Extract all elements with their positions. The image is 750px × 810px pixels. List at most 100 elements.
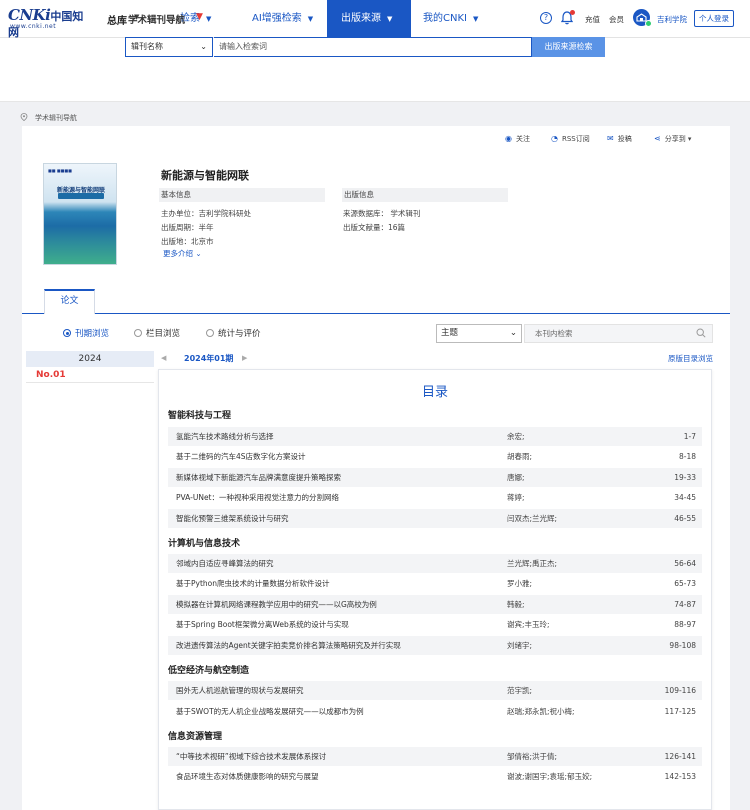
- article-pages: 126-141: [664, 752, 696, 761]
- article-author[interactable]: 谢宾;丰玉玲;: [507, 615, 550, 634]
- radio-checked-icon: [63, 329, 71, 337]
- basic-info-heading: 基本信息: [159, 188, 325, 202]
- rss-button[interactable]: ◔ RSS订阅: [551, 134, 590, 144]
- article-author[interactable]: 余宏;: [507, 427, 525, 446]
- tab-papers[interactable]: 论文: [44, 289, 95, 314]
- help-icon[interactable]: ?: [540, 12, 552, 24]
- article-author[interactable]: 刘绪宇;: [507, 636, 532, 655]
- in-journal-search-input[interactable]: 本刊内检索: [524, 324, 713, 343]
- article-title[interactable]: 模拟器在计算机网络课程教学应用中的研究——以G高校为例: [176, 595, 377, 614]
- issue-divider: [26, 382, 154, 383]
- article-row[interactable]: 模拟器在计算机网络课程教学应用中的研究——以G高校为例 韩毅; 74-87: [168, 595, 702, 614]
- tab-divider: [22, 313, 730, 314]
- article-row[interactable]: 邻域内自适应寻峰算法的研究 兰光辉;禹正杰; 56-64: [168, 554, 702, 573]
- cnki-logo[interactable]: CNKi中国知网 www.cnki.net: [8, 6, 86, 39]
- article-title[interactable]: 新媒体视域下新能源汽车品牌满意度提升策略探索: [176, 468, 341, 487]
- article-author[interactable]: 蒋婷;: [507, 488, 525, 507]
- top-navigation: CNKi中国知网 www.cnki.net 总库 ▼ 检索 ▼ AI增强检索 ▼ 出…: [0, 0, 750, 39]
- triangle-down-icon[interactable]: ▼: [196, 12, 203, 22]
- source-search-button[interactable]: 出版来源检索: [532, 37, 605, 57]
- article-pages: 1-7: [683, 432, 696, 441]
- search-icon[interactable]: [696, 328, 706, 338]
- article-author[interactable]: 罗小雅;: [507, 574, 532, 593]
- in-journal-field-select[interactable]: 主题 ⌄: [436, 324, 522, 343]
- more-intro-link[interactable]: 更多介绍 ⌄: [163, 248, 202, 259]
- article-author[interactable]: 邹倩裕;洪于倩;: [507, 747, 557, 766]
- article-row[interactable]: 基于SWOT的无人机企业战略发展研究——以成都市为例 赵瑞;郑永凯;祝小梅; 117…: [168, 702, 702, 721]
- article-pages: 19-33: [674, 473, 696, 482]
- share-button[interactable]: ⋖ 分享到 ▾: [654, 134, 691, 144]
- logo-url: www.cnki.net: [10, 23, 57, 30]
- radio-browse-by-column[interactable]: 栏目浏览: [134, 327, 180, 339]
- recharge-link[interactable]: 充值: [585, 14, 600, 25]
- article-row[interactable]: 氢能汽车技术路线分析与选择 余宏; 1-7: [168, 427, 702, 446]
- search-field-select[interactable]: 辑刊名称 ⌄: [125, 37, 213, 57]
- article-title[interactable]: 食品环境生态对体质健康影响的研究与展望: [176, 767, 319, 786]
- year-sidebar: [26, 351, 154, 810]
- in-journal-field-value: 主题: [441, 328, 459, 338]
- next-issue-icon[interactable]: ▶: [242, 354, 247, 362]
- nav-publication-source[interactable]: 出版来源 ▼: [327, 0, 411, 38]
- article-author[interactable]: 兰光辉;禹正杰;: [507, 554, 557, 573]
- chevron-down-icon: ⌄: [193, 249, 202, 258]
- issue-no-01[interactable]: No.01: [36, 370, 66, 380]
- submit-button[interactable]: ✉ 投稿: [607, 134, 632, 144]
- chevron-down-icon: ▼: [472, 15, 479, 23]
- article-row[interactable]: 基于Python爬虫技术的计量数据分析软件设计 罗小雅; 65-73: [168, 574, 702, 593]
- article-row[interactable]: “中等技术视研”视域下综合技术发展体系探讨 邹倩裕;洪于倩; 126-141: [168, 747, 702, 766]
- institution-name[interactable]: 吉利学院: [657, 14, 687, 25]
- article-title[interactable]: “中等技术视研”视域下综合技术发展体系探讨: [176, 747, 326, 766]
- article-row[interactable]: PVA-UNet：一种视种采用视觉注意力的分割网络 蒋婷; 34-45: [168, 488, 702, 507]
- year-2024[interactable]: 2024: [26, 351, 154, 367]
- original-toc-link[interactable]: 原版目录浏览: [668, 353, 713, 364]
- article-row[interactable]: 基于Spring Boot框架微分离Web系统的设计与实现 谢宾;丰玉玲; 88-9…: [168, 615, 702, 634]
- search-input[interactable]: 请输入检索词: [214, 37, 532, 57]
- article-row[interactable]: 新媒体视域下新能源汽车品牌满意度提升策略探索 唐娜; 19-33: [168, 468, 702, 487]
- member-link[interactable]: 会员: [609, 14, 624, 25]
- nav-ai-search[interactable]: AI增强检索 ▼: [252, 0, 313, 38]
- radio-unchecked-icon: [206, 329, 214, 337]
- article-row[interactable]: 智能化预警三维架系统设计与研究 闫双杰;兰光辉; 46-55: [168, 509, 702, 528]
- search-title[interactable]: 学术辑刊导航: [128, 12, 185, 26]
- article-row[interactable]: 改进遗传算法的Agent关键字拍卖竞价排名算法策略研究及并行实现 刘绪宇; 98-1…: [168, 636, 702, 655]
- cover-badge: [58, 193, 104, 199]
- article-row[interactable]: 国外无人机巡航管理的现状与发展研究 范宇凯; 109-116: [168, 681, 702, 700]
- search-field-value: 辑刊名称: [131, 42, 163, 51]
- article-row[interactable]: 食品环境生态对体质健康影响的研究与展望 谢波;谢国宇;袁瑶;郁玉姣; 142-153: [168, 767, 702, 786]
- library-selector[interactable]: 总库: [107, 12, 127, 27]
- article-row[interactable]: 基于二维码的汽车4S店数字化方案设计 胡春雨; 8-18: [168, 447, 702, 466]
- article-author[interactable]: 范宇凯;: [507, 681, 532, 700]
- article-author[interactable]: 韩毅;: [507, 595, 525, 614]
- journal-cover[interactable]: ■■ ■■■■ 新能源与智能网联: [43, 163, 117, 265]
- article-title[interactable]: PVA-UNet：一种视种采用视觉注意力的分割网络: [176, 488, 339, 507]
- nav-my-cnki[interactable]: 我的CNKI ▼: [423, 0, 478, 38]
- article-author[interactable]: 赵瑞;郑永凯;祝小梅;: [507, 702, 575, 721]
- article-author[interactable]: 闫双杰;兰光辉;: [507, 509, 557, 528]
- article-pages: 34-45: [674, 493, 696, 502]
- journal-title: 新能源与智能网联: [161, 169, 249, 182]
- radio-statistics[interactable]: 统计与评价: [206, 327, 261, 339]
- breadcrumb[interactable]: 学术辑刊导航: [35, 113, 77, 123]
- notification-dot: [570, 10, 575, 15]
- article-title[interactable]: 智能化预警三维架系统设计与研究: [176, 509, 289, 528]
- follow-button[interactable]: ◉ 关注: [505, 134, 530, 144]
- article-title[interactable]: 邻域内自适应寻峰算法的研究: [176, 554, 274, 573]
- article-pages: 8-18: [678, 452, 696, 461]
- article-title[interactable]: 基于Python爬虫技术的计量数据分析软件设计: [176, 574, 330, 593]
- article-title[interactable]: 基于Spring Boot框架微分离Web系统的设计与实现: [176, 615, 349, 634]
- location-pin-icon: [20, 113, 28, 121]
- article-author[interactable]: 谢波;谢国宇;袁瑶;郁玉姣;: [507, 767, 592, 786]
- radio-browse-by-issue[interactable]: 刊期浏览: [63, 327, 109, 339]
- article-pages: 117-125: [664, 707, 696, 716]
- personal-login-button[interactable]: 个人登录: [694, 10, 734, 27]
- article-title[interactable]: 改进遗传算法的Agent关键字拍卖竞价排名算法策略研究及并行实现: [176, 636, 401, 655]
- prev-issue-icon[interactable]: ◀: [161, 354, 166, 362]
- article-title[interactable]: 基于SWOT的无人机企业战略发展研究——以成都市为例: [176, 702, 364, 721]
- share-icon: ⋖: [654, 134, 661, 143]
- article-pages: 65-73: [674, 579, 696, 588]
- article-author[interactable]: 唐娜;: [507, 468, 525, 487]
- article-title[interactable]: 国外无人机巡航管理的现状与发展研究: [176, 681, 304, 700]
- article-title[interactable]: 氢能汽车技术路线分析与选择: [176, 427, 274, 446]
- article-title[interactable]: 基于二维码的汽车4S店数字化方案设计: [176, 447, 306, 466]
- article-author[interactable]: 胡春雨;: [507, 447, 532, 466]
